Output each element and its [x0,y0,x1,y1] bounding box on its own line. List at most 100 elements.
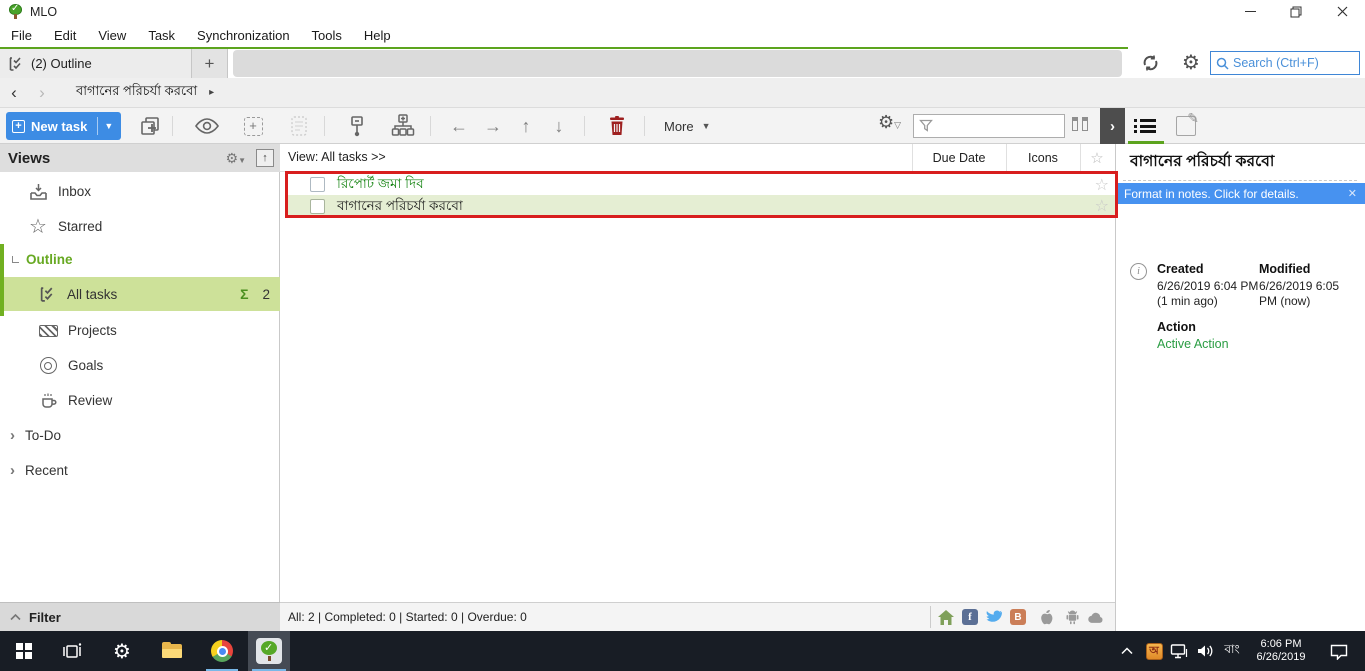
task-star-icon[interactable]: ☆ [1095,196,1109,216]
home-link-icon[interactable] [938,609,954,625]
nav-back-button[interactable]: ‹ [0,83,28,103]
menu-tools[interactable]: Tools [301,23,353,47]
notice-close-icon[interactable]: ✕ [1348,187,1357,200]
start-button[interactable] [0,631,48,671]
chevron-right-icon[interactable]: › [10,462,15,479]
notification-center-button[interactable] [1322,631,1356,671]
star-icon: ☆ [29,216,47,238]
filter-section-header[interactable]: Filter [0,602,280,631]
task-row[interactable]: রিপোর্ট জমা দিব ☆ [288,174,1115,195]
move-up-button[interactable]: ↑ [513,114,539,138]
facebook-icon[interactable]: f [962,609,978,625]
move-left-button[interactable]: ← [446,114,472,138]
task-title[interactable]: বাগানের পরিচর্যা করবো [337,195,463,218]
sync-button[interactable] [1140,53,1161,76]
notes-format-notice[interactable]: Format in notes. Click for details. ✕ [1116,183,1365,204]
sidebar-group-outline[interactable]: Outline [0,244,280,275]
move-down-button[interactable]: ↓ [546,114,572,138]
cloud-icon[interactable] [1088,609,1104,625]
expand-all-button[interactable] [390,114,416,138]
avro-keyboard-tray-icon[interactable]: অ [1142,631,1166,671]
menu-help[interactable]: Help [353,23,402,47]
task-note-button-disabled[interactable] [286,114,312,138]
restore-button[interactable] [1273,0,1319,23]
network-tray-icon[interactable] [1166,631,1192,671]
sidebar-group-todo[interactable]: › To-Do [0,418,280,453]
notes-edit-tab[interactable]: ✎ [1176,110,1199,136]
sidebar-item-goals[interactable]: Goals [0,348,280,383]
new-subtask-button[interactable] [137,114,163,138]
columns-button[interactable] [1072,117,1088,131]
move-right-button[interactable]: → [480,114,506,138]
review-eye-button[interactable] [194,114,220,138]
expand-panel-button[interactable]: › [1100,108,1125,144]
task-view-button[interactable] [48,631,96,671]
modified-value: 6/26/2019 6:05 PM (now) [1259,279,1340,308]
task-star-icon[interactable]: ☆ [1095,175,1109,195]
sidebar-group-recent[interactable]: › Recent [0,453,280,488]
nav-forward-button[interactable]: › [28,83,56,103]
menu-task[interactable]: Task [137,23,186,47]
autohide-panel-button[interactable]: ↑ [256,149,274,167]
clock-date: 6/26/2019 [1256,651,1306,663]
volume-tray-icon[interactable] [1192,631,1218,671]
pencil-icon: ✎ [1187,110,1199,126]
review-cup-icon [37,391,59,410]
views-options-button[interactable]: ⚙▼ [226,150,246,167]
column-header-star-icon[interactable]: ☆ [1080,144,1114,172]
search-input[interactable] [1233,56,1351,70]
blogger-icon[interactable]: B [1010,609,1026,625]
filter-settings-button[interactable]: ⚙▽ [878,112,901,133]
file-explorer-button[interactable] [148,631,196,671]
taskbar-clock[interactable]: 6:06 PM 6/26/2019 [1248,631,1314,671]
sidebar-item-starred[interactable]: ☆ Starred [0,209,280,244]
apple-icon[interactable] [1038,609,1054,625]
task-title[interactable]: রিপোর্ট জমা দিব [337,173,424,196]
twitter-icon[interactable] [986,609,1002,625]
collapse-all-button[interactable] [344,114,370,138]
sidebar-item-projects[interactable]: Projects [0,313,280,348]
task-checkbox[interactable] [310,198,325,214]
tray-overflow-chevron[interactable] [1114,631,1140,671]
expanded-marker-icon[interactable] [12,256,19,263]
action-value-link[interactable]: Active Action [1157,337,1259,352]
new-task-dropdown-arrow[interactable]: ▼ [104,121,113,131]
language-indicator[interactable]: বাং [1216,631,1248,671]
menu-edit[interactable]: Edit [43,23,87,47]
more-menu-button[interactable]: More ▼ [664,114,711,138]
minimize-button[interactable] [1227,0,1273,23]
sidebar-item-inbox[interactable]: Inbox [0,174,280,209]
breadcrumb-current-task[interactable]: বাগানের পরিচর্যা করবো [76,82,197,103]
close-button[interactable] [1319,0,1365,23]
breadcrumb-caret-icon[interactable]: ▸ [209,87,214,98]
column-header-icons[interactable]: Icons [1006,144,1080,172]
menu-file[interactable]: File [0,23,43,47]
properties-list-tab[interactable] [1134,119,1158,136]
dashed-divider [1123,180,1357,181]
chevron-right-icon[interactable]: › [10,427,15,444]
menu-view[interactable]: View [87,23,137,47]
view-header-label[interactable]: View: All tasks >> [288,150,386,164]
add-to-view-button[interactable]: + [240,114,266,138]
more-dropdown-arrow: ▼ [701,121,711,131]
delete-task-button[interactable] [604,114,630,138]
tab-outline[interactable]: (2) Outline [0,49,192,78]
quick-filter-input[interactable] [933,118,1053,134]
settings-gear-button[interactable]: ⚙ [1182,50,1200,75]
column-header-due-date[interactable]: Due Date [912,144,1006,172]
sidebar-item-all-tasks[interactable]: All tasks Σ 2 [0,277,280,311]
new-task-button[interactable]: + New task ▼ [6,112,121,140]
android-icon[interactable] [1064,609,1080,625]
task-checkbox[interactable] [310,177,325,192]
sidebar-item-review[interactable]: Review [0,383,280,418]
new-tab-button[interactable]: + [192,49,228,78]
created-value: 6/26/2019 6:04 PM (1 min ago) [1157,279,1259,308]
task-row-selected[interactable]: বাগানের পরিচর্যা করবো ☆ [288,195,1115,217]
chrome-button[interactable] [198,631,246,671]
menu-synchronization[interactable]: Synchronization [186,23,301,47]
views-header: Views ⚙▼ ↑ [0,144,280,172]
action-label: Action [1157,320,1196,334]
mlo-taskbar-button[interactable]: ✓ [248,631,290,671]
search-icon [1216,57,1229,70]
taskbar-settings-button[interactable]: ⚙ [98,631,146,671]
